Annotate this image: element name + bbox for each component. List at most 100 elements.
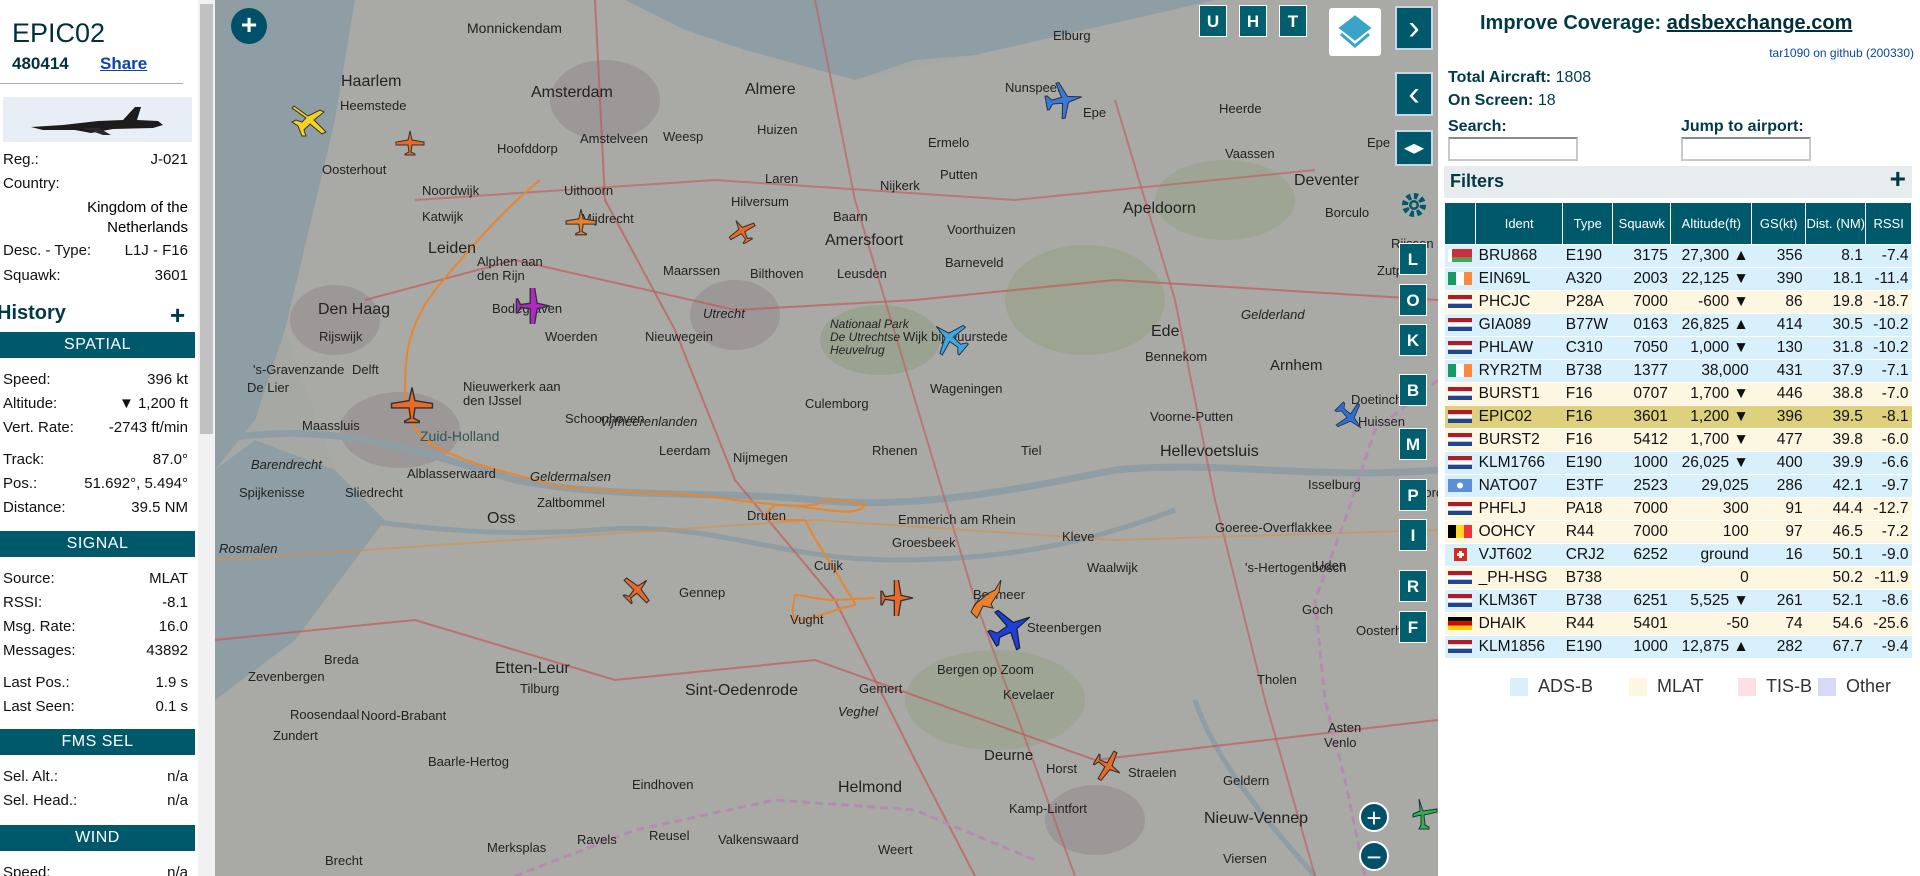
map-button-h[interactable]: H	[1239, 5, 1267, 37]
toggle-sidebar-width-icon[interactable]: ◂▸	[1395, 130, 1433, 166]
map-button-k[interactable]: K	[1399, 324, 1427, 356]
place-label: Oosterhout	[322, 162, 387, 177]
col-ident[interactable]: Ident	[1475, 202, 1564, 245]
aircraft-selected-icon[interactable]	[877, 580, 917, 616]
table-row[interactable]: _PH-HSG B738 0 50.2 -11.9	[1444, 566, 1912, 590]
table-row[interactable]: NATO07 E3TF 2523 29,025 286 42.1 -9.7	[1444, 474, 1912, 498]
table-row[interactable]: BRU868 E190 3175 27,300 ▲ 356 8.1 -7.4	[1444, 244, 1912, 268]
col-flag[interactable]	[1443, 202, 1477, 245]
table-row[interactable]: EIN69L A320 2003 22,125 ▼ 390 18.1 -11.4	[1444, 267, 1912, 291]
aircraft-table: Ident Type Squawk Altitude(ft) GS(kt) Di…	[1443, 202, 1912, 659]
col-rssi[interactable]: RSSI	[1865, 202, 1912, 245]
map-button-r[interactable]: R	[1399, 570, 1427, 602]
place-label: Horst	[1046, 761, 1078, 776]
aircraft-orange-icon[interactable]	[727, 218, 757, 244]
place-label: Rhenen	[872, 443, 918, 458]
collapse-panel-button[interactable]: ›	[1395, 6, 1433, 50]
left-panel-scrollbar[interactable]	[198, 0, 215, 876]
place-label: Isselburg	[1308, 477, 1361, 492]
place-label: Rosmalen	[219, 541, 278, 556]
settings-gear-icon[interactable]	[1399, 190, 1429, 220]
scrollbar-thumb[interactable]	[200, 4, 213, 434]
map-button-m[interactable]: M	[1399, 428, 1427, 460]
github-link[interactable]: tar1090 on github (200330)	[1769, 46, 1914, 60]
cell-ident: RYR2TM	[1475, 359, 1563, 383]
map-button-t[interactable]: T	[1279, 5, 1307, 37]
cell-dist: 50.2	[1805, 566, 1866, 590]
aircraft-orange-icon[interactable]	[620, 575, 654, 605]
improve-coverage: Improve Coverage: adsbexchange.com	[1480, 12, 1852, 35]
table-row[interactable]: BURST2 F16 5412 1,700 ▼ 477 39.8 -6.0	[1444, 428, 1912, 452]
legend-swatch	[1629, 678, 1647, 697]
table-row[interactable]: VJT602 CRJ2 6252 ground 16 50.1 -9.0	[1444, 543, 1912, 567]
table-row[interactable]: OOHCY R44 7000 100 97 46.5 -7.2	[1444, 520, 1912, 544]
map-button-l[interactable]: L	[1399, 243, 1427, 275]
cell-squawk	[1612, 566, 1671, 590]
aircraft-blue-icon[interactable]	[1044, 80, 1084, 120]
table-row[interactable]: KLM36T B738 6251 5,525 ▼ 261 52.1 -8.6	[1444, 589, 1912, 613]
col-type[interactable]: Type	[1562, 202, 1614, 245]
adsbexchange-link[interactable]: adsbexchange.com	[1667, 12, 1853, 34]
cell-squawk: 5401	[1612, 612, 1671, 636]
col-dist[interactable]: Dist. (NM)	[1805, 202, 1867, 245]
flag-icon	[1444, 451, 1476, 475]
filters-header[interactable]: Filters +	[1444, 164, 1912, 198]
map-button-o[interactable]: O	[1399, 284, 1427, 316]
kv-label: Sel. Head.:	[3, 792, 78, 809]
filters-expand-button[interactable]: +	[1890, 164, 1906, 194]
table-row[interactable]: GIA089 B77W 0163 26,825 ▲ 414 30.5 -10.2	[1444, 313, 1912, 337]
zoom-in-button[interactable]: +	[1359, 802, 1389, 832]
table-row[interactable]: EPIC02 F16 3601 1,200 ▼ 396 39.5 -8.1	[1444, 405, 1912, 429]
layers-button[interactable]	[1329, 8, 1381, 56]
search-input[interactable]	[1448, 137, 1578, 161]
cell-dist: 50.1	[1805, 543, 1866, 567]
aircraft-purple-icon[interactable]	[511, 288, 555, 324]
table-row[interactable]: DHAIK R44 5401 -50 74 54.6 -25.6	[1444, 612, 1912, 636]
aircraft-yellow-icon[interactable]	[290, 100, 334, 140]
map-button-p[interactable]: P	[1399, 479, 1427, 511]
place-label: Huizen	[757, 122, 798, 137]
zoom-out-button[interactable]: −	[1359, 841, 1389, 871]
map-zoom-plus-button[interactable]: +	[231, 8, 267, 44]
map-view[interactable]: Monnickendam Elburg Amsterdam Almere Haa…	[215, 0, 1438, 876]
aircraft-green-icon[interactable]	[1411, 797, 1438, 831]
table-header-row: Ident Type Squawk Altitude(ft) GS(kt) Di…	[1443, 202, 1912, 245]
table-row[interactable]: KLM1766 E190 1000 26,025 ▼ 400 39.9 -6.6	[1444, 451, 1912, 475]
aircraft-darkblue-icon[interactable]	[987, 604, 1035, 652]
kv-label: Vert. Rate:	[3, 419, 74, 436]
cell-ident: BRU868	[1475, 244, 1563, 268]
table-row[interactable]: RYR2TM B738 1377 38,000 431 37.9 -7.1	[1444, 359, 1912, 383]
kv-value: MLAT	[149, 570, 188, 587]
place-label: Vijfheerenlanden	[600, 414, 698, 429]
col-altitude[interactable]: Altitude(ft)	[1670, 202, 1753, 245]
jump-to-airport-input[interactable]	[1681, 137, 1811, 161]
map-button-b[interactable]: B	[1399, 374, 1427, 406]
place-label: Deventer	[1294, 172, 1359, 189]
place-label: Gelderland	[1241, 307, 1305, 322]
col-gs[interactable]: GS(kt)	[1751, 202, 1807, 245]
map-button-u[interactable]: U	[1199, 5, 1227, 37]
col-squawk[interactable]: Squawk	[1612, 202, 1672, 245]
share-link[interactable]: Share	[100, 54, 147, 74]
aircraft-lightblue-icon[interactable]	[930, 318, 970, 358]
history-expand-button[interactable]: +	[170, 300, 185, 331]
table-row[interactable]: PHLAW C310 7050 1,000 ▼ 130 31.8 -10.2	[1444, 336, 1912, 360]
aircraft-orange-icon[interactable]	[395, 130, 425, 156]
table-row[interactable]: BURST1 F16 0707 1,700 ▼ 446 38.8 -7.0	[1444, 382, 1912, 406]
cell-alt: -50	[1670, 612, 1752, 636]
aircraft-orange-icon[interactable]	[565, 208, 597, 236]
expand-panel-button[interactable]: ‹	[1395, 72, 1433, 116]
place-label: Ermelo	[928, 135, 970, 150]
cell-rssi: -8.1	[1865, 405, 1912, 429]
place-label: Emmerich am Rhein	[898, 512, 1016, 527]
map-button-i[interactable]: I	[1399, 519, 1427, 551]
table-row[interactable]: PHFLJ PA18 7000 300 91 44.4 -12.7	[1444, 497, 1912, 521]
place-label: Viersen	[1223, 851, 1267, 866]
map-button-f[interactable]: F	[1399, 611, 1427, 643]
table-row[interactable]: PHCJC P28A 7000 -600 ▼ 86 19.8 -18.7	[1444, 290, 1912, 314]
aircraft-orange-icon[interactable]	[1091, 750, 1125, 782]
table-row[interactable]: KLM1856 E190 1000 12,875 ▲ 282 67.7 -9.4	[1444, 635, 1912, 659]
aircraft-blue-icon[interactable]	[1333, 400, 1367, 434]
kv-label: Distance:	[3, 499, 66, 516]
aircraft-orange-icon[interactable]	[390, 386, 434, 424]
